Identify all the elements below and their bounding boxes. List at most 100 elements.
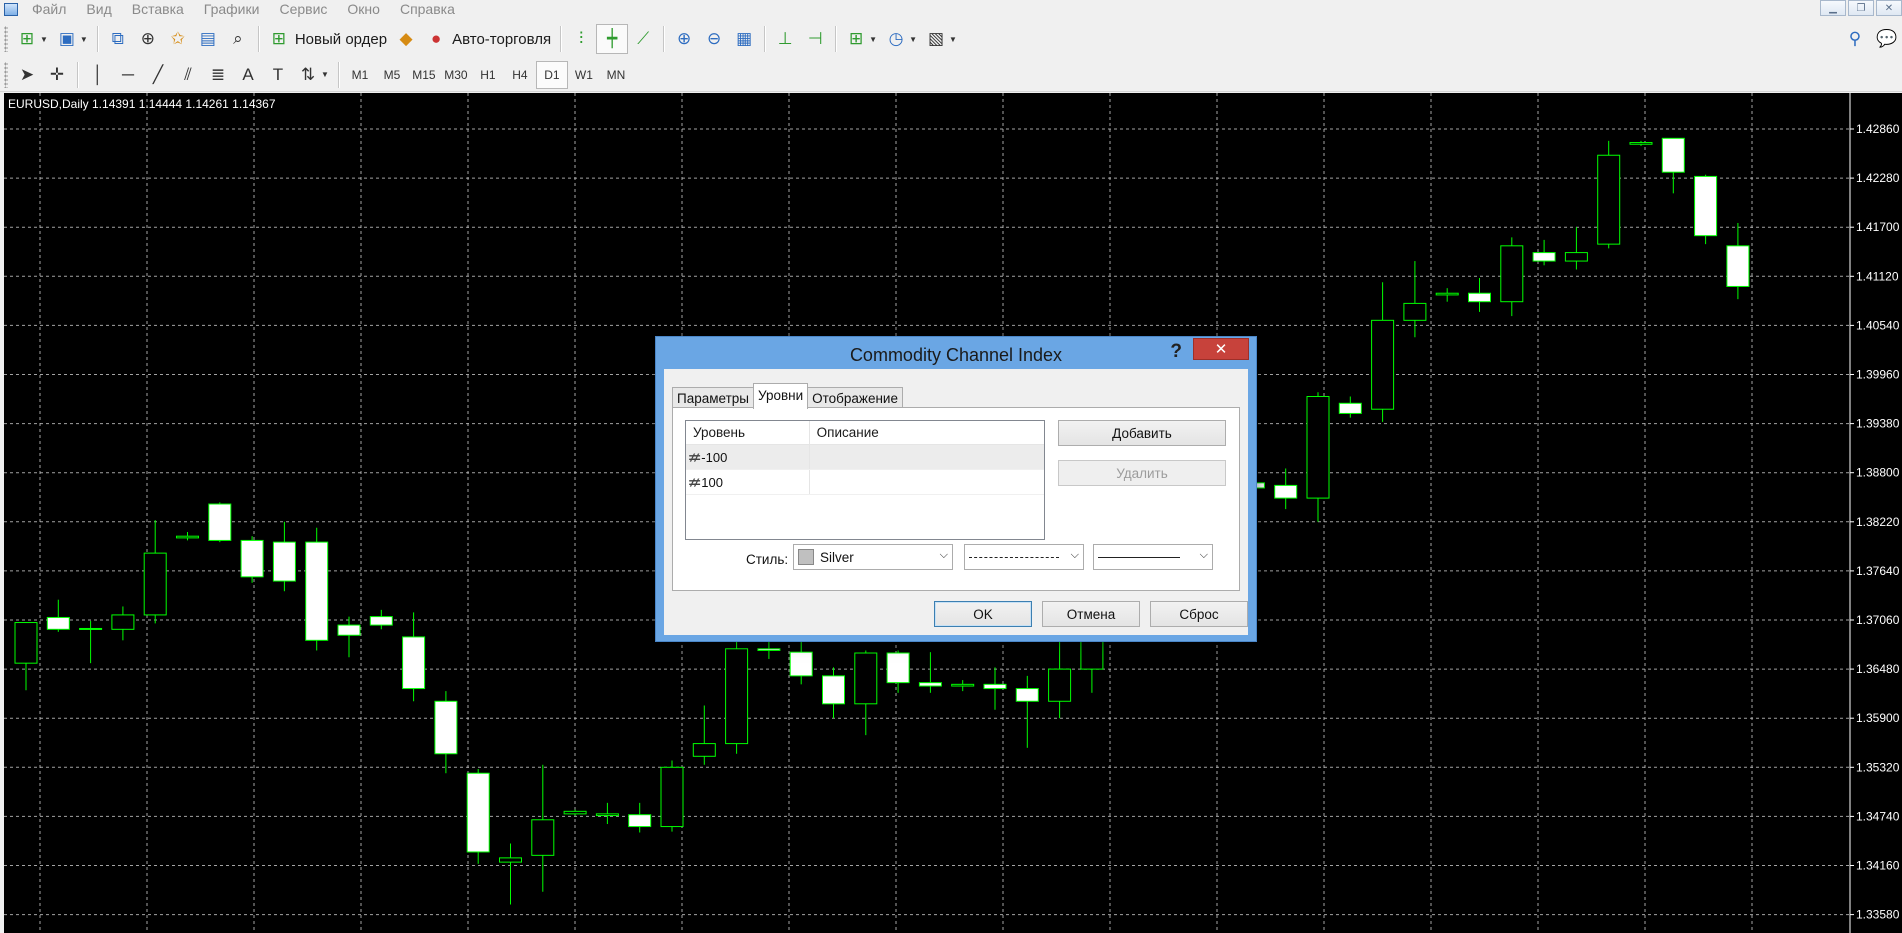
candle-body xyxy=(176,535,199,539)
levels-list[interactable]: Уровень Описание ≠≠ -100 ≠≠ 100 xyxy=(685,420,1045,540)
menu-file[interactable]: Файл xyxy=(22,0,76,18)
zoom-in-button[interactable]: ⊕ xyxy=(669,24,699,54)
list-item[interactable]: ≠≠ -100 xyxy=(686,445,1044,470)
reset-button[interactable]: Сброс xyxy=(1150,601,1248,627)
arrows-button[interactable]: ⇅ ▼ xyxy=(293,60,333,90)
tile-windows-button[interactable]: ▦ xyxy=(729,24,759,54)
tile-windows-icon: ▦ xyxy=(736,29,753,48)
chevron-down-icon: ▼ xyxy=(40,34,48,44)
period-m1[interactable]: M1 xyxy=(344,61,376,89)
market-watch-button[interactable]: ⧉ xyxy=(103,24,133,54)
new-order-button[interactable]: ⊞ Новый ордер xyxy=(264,24,391,54)
candle-body xyxy=(240,539,264,578)
periods-button[interactable]: ◷ ▼ xyxy=(881,24,921,54)
terminal-icon: ▤ xyxy=(199,29,216,48)
horizontal-line-icon: ─ xyxy=(121,64,135,84)
restore-icon[interactable]: ❐ xyxy=(1848,0,1874,16)
line-style-select[interactable]: ⌵ xyxy=(964,544,1084,570)
line-chart-button[interactable]: ⟋ xyxy=(628,24,658,54)
menu-window[interactable]: Окно xyxy=(337,0,390,18)
period-m5[interactable]: M5 xyxy=(376,61,408,89)
fibonacci-icon: ≣ xyxy=(210,64,226,84)
toolbar-grip[interactable] xyxy=(4,26,8,52)
menu-help[interactable]: Справка xyxy=(390,0,465,18)
candlestick-chart-button[interactable]: ┿ xyxy=(596,24,629,54)
crosshair-button[interactable]: ✛ xyxy=(42,60,72,90)
tab-strip: Параметры Уровни Отображение xyxy=(672,383,903,409)
search-icon[interactable]: ⚲ xyxy=(1844,28,1866,50)
period-w1[interactable]: W1 xyxy=(568,61,600,89)
chart-shift-button[interactable]: ⊥ xyxy=(770,24,800,54)
autoscroll-button[interactable]: ⊣ xyxy=(800,24,830,54)
autotrading-off-icon: ● xyxy=(430,29,442,48)
level-value-cell[interactable]: ≠≠ -100 xyxy=(686,445,810,469)
delete-button[interactable]: Удалить xyxy=(1058,460,1226,486)
app-icon[interactable] xyxy=(0,0,22,18)
chat-icon[interactable]: 💬 xyxy=(1876,28,1898,50)
list-item[interactable]: ≠≠ 100 xyxy=(686,470,1044,495)
candle-body xyxy=(434,700,458,755)
ok-button[interactable]: OK xyxy=(934,601,1032,627)
autotrading-button[interactable]: ● Авто-торговля xyxy=(421,24,555,54)
color-select[interactable]: Silver ⌵ xyxy=(793,544,953,570)
equidistant-channel-button[interactable]: ⫽ xyxy=(173,60,203,90)
line-width-select[interactable]: ⌵ xyxy=(1093,544,1213,570)
level-value-cell[interactable]: ≠≠ 100 xyxy=(686,470,810,494)
close-icon[interactable]: ✕ xyxy=(1876,0,1902,16)
horizontal-line-button[interactable]: ─ xyxy=(113,60,143,90)
price-axis-label: 1.41120 xyxy=(1856,269,1899,283)
zoom-out-button[interactable]: ⊖ xyxy=(699,24,729,54)
menu-charts[interactable]: Графики xyxy=(194,0,270,18)
menu-tools[interactable]: Сервис xyxy=(269,0,337,18)
new-chart-button[interactable]: ⊞ ▼ xyxy=(12,24,52,54)
autotrading-label: Авто-торговля xyxy=(452,30,552,48)
period-mn[interactable]: MN xyxy=(600,61,632,89)
column-header-level[interactable]: Уровень xyxy=(686,421,810,444)
profiles-button[interactable]: ▣ ▼ xyxy=(52,24,92,54)
trendline-button[interactable]: ╱ xyxy=(143,60,173,90)
cursor-button[interactable]: ➤ xyxy=(12,60,42,90)
bar-chart-button[interactable]: ⫶ xyxy=(566,24,596,54)
candle-body xyxy=(1371,319,1395,410)
candle-body xyxy=(369,616,393,626)
data-window-button[interactable]: ⊕ xyxy=(133,24,163,54)
candle-body xyxy=(1306,396,1330,499)
metaeditor-button[interactable]: ◆ xyxy=(391,24,421,54)
menu-insert[interactable]: Вставка xyxy=(122,0,194,18)
column-header-description[interactable]: Описание xyxy=(810,421,1044,444)
toolbar-grip[interactable] xyxy=(4,61,8,88)
tab-parameters[interactable]: Параметры xyxy=(672,387,754,409)
templates-button[interactable]: ▧ ▼ xyxy=(921,24,961,54)
help-button[interactable]: ? xyxy=(1170,341,1182,363)
level-description-cell[interactable] xyxy=(810,470,1044,494)
text-label-button[interactable]: T xyxy=(263,60,293,90)
fibonacci-button[interactable]: ≣ xyxy=(203,60,233,90)
close-button[interactable]: ✕ xyxy=(1193,338,1249,360)
vertical-line-button[interactable]: │ xyxy=(83,60,113,90)
text-button[interactable]: A xyxy=(233,60,263,90)
candle-body xyxy=(79,627,103,630)
terminal-button[interactable]: ▤ xyxy=(193,24,223,54)
period-m30[interactable]: M30 xyxy=(440,61,472,89)
tab-visualization[interactable]: Отображение xyxy=(807,387,903,409)
price-axis-label: 1.42860 xyxy=(1856,122,1900,136)
candle-body xyxy=(46,616,70,630)
text-icon: A xyxy=(242,64,254,84)
period-m15[interactable]: M15 xyxy=(408,61,440,89)
indicators-button[interactable]: ⊞ ▼ xyxy=(841,24,881,54)
menu-view[interactable]: Вид xyxy=(76,0,121,18)
add-button[interactable]: Добавить xyxy=(1058,420,1226,446)
period-h1[interactable]: H1 xyxy=(472,61,504,89)
tester-button[interactable]: ⌕ xyxy=(223,24,253,54)
level-description-cell[interactable] xyxy=(810,445,1044,469)
cancel-button[interactable]: Отмена xyxy=(1042,601,1140,627)
candle-body xyxy=(208,503,232,541)
zoom-in-icon: ⊕ xyxy=(677,29,692,48)
period-d1[interactable]: D1 xyxy=(535,60,568,89)
minimize-icon[interactable]: ▁ xyxy=(1820,0,1846,16)
candle-body xyxy=(1564,252,1588,262)
period-h4[interactable]: H4 xyxy=(504,61,536,89)
navigator-button[interactable]: ✩ xyxy=(163,24,193,54)
tab-levels[interactable]: Уровни xyxy=(752,383,809,409)
levels-tab-panel: Уровень Описание ≠≠ -100 ≠≠ 100 Добавить У… xyxy=(672,407,1240,591)
